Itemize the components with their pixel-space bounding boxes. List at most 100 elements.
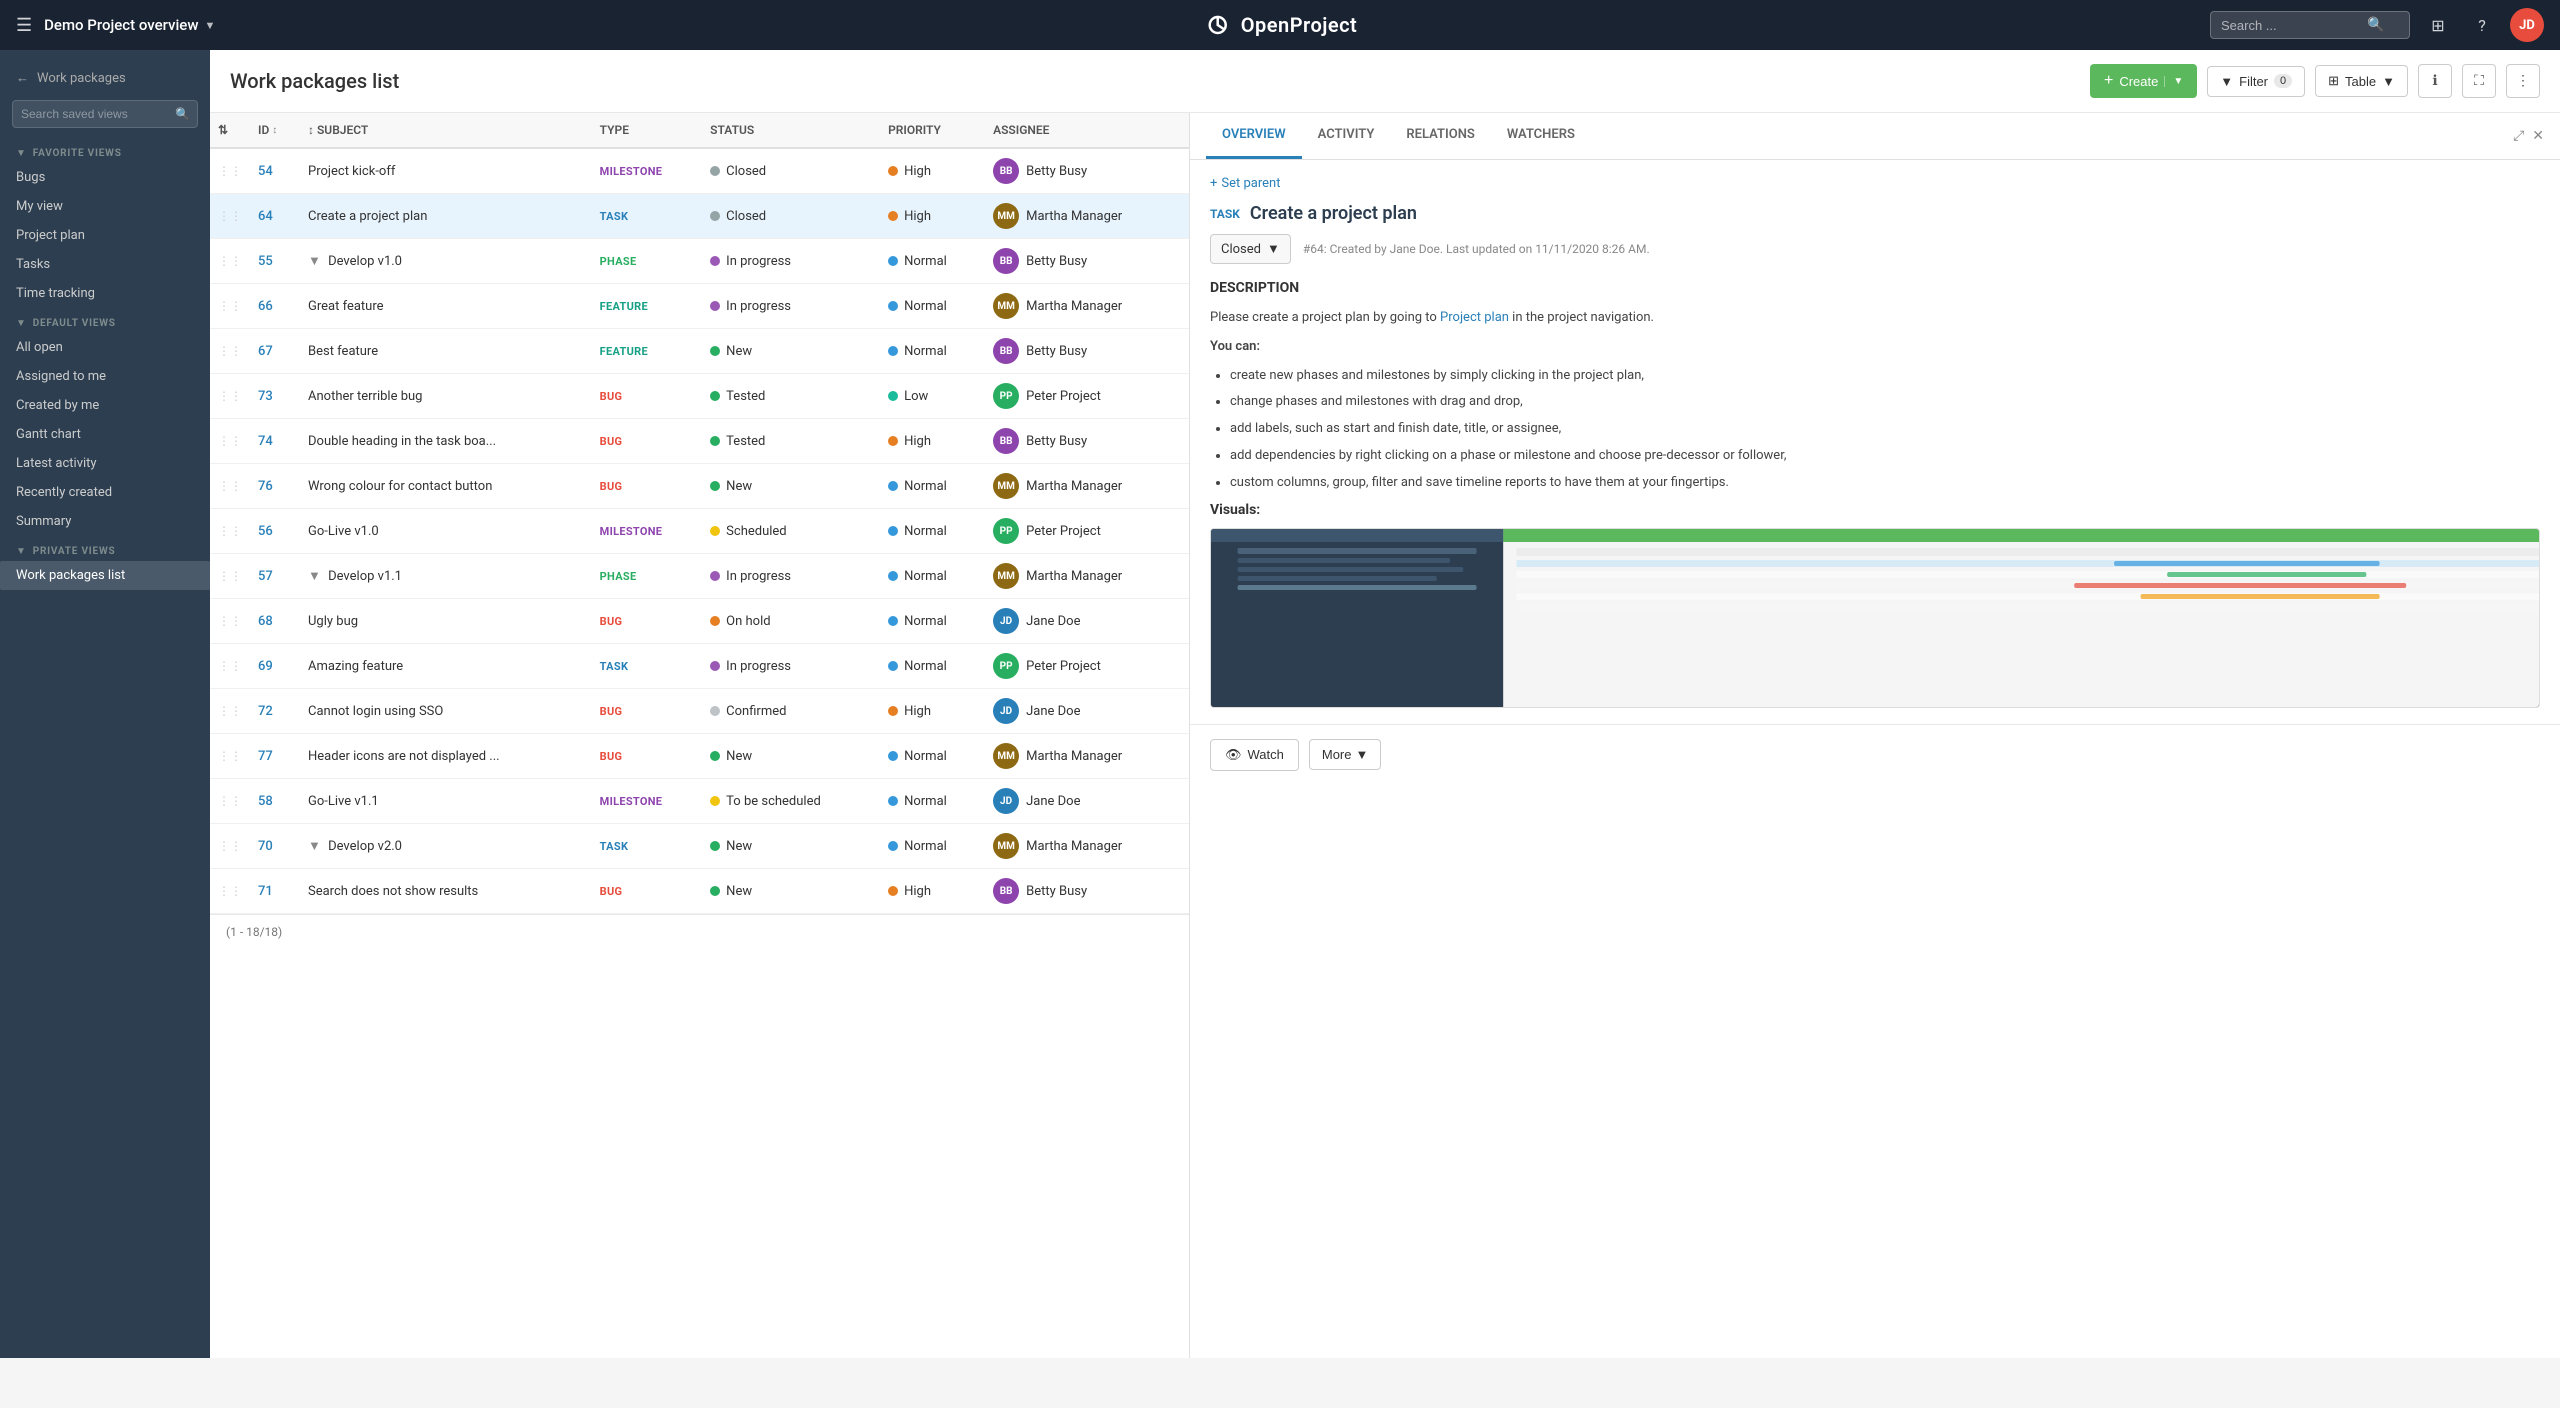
table-row[interactable]: ⋮⋮66Great featureFEATUREIn progressNorma… xyxy=(210,284,1189,329)
row-subject[interactable]: ▼ Develop v2.0 xyxy=(300,824,592,869)
row-id[interactable]: 72 xyxy=(250,689,300,734)
help-button[interactable]: ? xyxy=(2466,9,2498,41)
row-id[interactable]: 73 xyxy=(250,374,300,419)
row-subject[interactable]: Go-Live v1.0 xyxy=(300,509,592,554)
table-row[interactable]: ⋮⋮54Project kick-offMILESTONEClosedHighB… xyxy=(210,148,1189,194)
row-subject[interactable]: Create a project plan xyxy=(300,194,592,239)
row-id[interactable]: 68 xyxy=(250,599,300,644)
project-name[interactable]: Demo Project overview ▼ xyxy=(44,16,215,34)
sidebar-item-latestactivity[interactable]: Latest activity xyxy=(0,449,210,478)
table-row[interactable]: ⋮⋮68Ugly bugBUGOn holdNormalJDJane Doe xyxy=(210,599,1189,644)
col-priority[interactable]: PRIORITY xyxy=(880,113,985,148)
sidebar-item-createdbyme[interactable]: Created by me xyxy=(0,391,210,420)
row-subject[interactable]: Search does not show results xyxy=(300,869,592,914)
sidebar-item-tasks[interactable]: Tasks xyxy=(0,250,210,279)
row-subject[interactable]: Another terrible bug xyxy=(300,374,592,419)
expand-icon[interactable]: ▼ xyxy=(308,254,324,269)
col-sort[interactable]: ⇅ xyxy=(210,113,250,148)
sidebar-section-favorite[interactable]: ▼ FAVORITE VIEWS xyxy=(0,138,210,163)
create-button[interactable]: + Create ▼ xyxy=(2090,64,2197,98)
sidebar-item-wplist[interactable]: Work packages list xyxy=(0,561,210,590)
row-id[interactable]: 76 xyxy=(250,464,300,509)
global-search-input[interactable] xyxy=(2221,18,2361,33)
table-row[interactable]: ⋮⋮55▼ Develop v1.0PHASEIn progressNormal… xyxy=(210,239,1189,284)
table-row[interactable]: ⋮⋮71Search does not show resultsBUGNewHi… xyxy=(210,869,1189,914)
sidebar-item-timetracking[interactable]: Time tracking xyxy=(0,279,210,308)
global-search-box[interactable]: 🔍 xyxy=(2210,11,2410,39)
row-id[interactable]: 74 xyxy=(250,419,300,464)
table-view-button[interactable]: ⊞ Table ▼ xyxy=(2315,65,2408,97)
row-id[interactable]: 54 xyxy=(250,148,300,194)
sidebar-section-private[interactable]: ▼ PRIVATE VIEWS xyxy=(0,536,210,561)
tab-activity[interactable]: ACTIVITY xyxy=(1302,113,1391,159)
table-row[interactable]: ⋮⋮67Best featureFEATURENewNormalBBBetty … xyxy=(210,329,1189,374)
sidebar-item-myview[interactable]: My view xyxy=(0,192,210,221)
hamburger-menu[interactable]: ☰ xyxy=(16,15,32,36)
table-row[interactable]: ⋮⋮77Header icons are not displayed ...BU… xyxy=(210,734,1189,779)
row-id[interactable]: 55 xyxy=(250,239,300,284)
row-id[interactable]: 56 xyxy=(250,509,300,554)
row-subject[interactable]: Project kick-off xyxy=(300,148,592,194)
row-subject[interactable]: Best feature xyxy=(300,329,592,374)
table-row[interactable]: ⋮⋮73Another terrible bugBUGTestedLowPPPe… xyxy=(210,374,1189,419)
col-id[interactable]: ID↕ xyxy=(250,113,300,148)
table-row[interactable]: ⋮⋮74Double heading in the task boa...BUG… xyxy=(210,419,1189,464)
row-subject[interactable]: Cannot login using SSO xyxy=(300,689,592,734)
row-subject[interactable]: Great feature xyxy=(300,284,592,329)
sidebar-item-allopen[interactable]: All open xyxy=(0,333,210,362)
sidebar-item-gantt[interactable]: Gantt chart xyxy=(0,420,210,449)
col-subject[interactable]: ↕ SUBJECT xyxy=(300,113,592,148)
expand-icon[interactable]: ▼ xyxy=(308,839,324,854)
sidebar-item-projectplan[interactable]: Project plan xyxy=(0,221,210,250)
row-id[interactable]: 77 xyxy=(250,734,300,779)
expand-icon[interactable]: ⤢ xyxy=(2513,128,2524,144)
row-subject[interactable]: Wrong colour for contact button xyxy=(300,464,592,509)
col-status[interactable]: STATUS xyxy=(702,113,880,148)
row-id[interactable]: 70 xyxy=(250,824,300,869)
sidebar-item-assignedtome[interactable]: Assigned to me xyxy=(0,362,210,391)
status-dropdown[interactable]: Closed ▼ xyxy=(1210,234,1291,264)
sidebar-search-input[interactable] xyxy=(12,100,198,128)
tab-watchers[interactable]: WATCHERS xyxy=(1491,113,1591,159)
sidebar-section-default[interactable]: ▼ DEFAULT VIEWS xyxy=(0,308,210,333)
row-id[interactable]: 71 xyxy=(250,869,300,914)
row-subject[interactable]: Go-Live v1.1 xyxy=(300,779,592,824)
table-row[interactable]: ⋮⋮69Amazing featureTASKIn progressNormal… xyxy=(210,644,1189,689)
close-icon[interactable]: ✕ xyxy=(2532,128,2544,144)
table-row[interactable]: ⋮⋮64Create a project planTASKClosedHighM… xyxy=(210,194,1189,239)
table-row[interactable]: ⋮⋮57▼ Develop v1.1PHASEIn progressNormal… xyxy=(210,554,1189,599)
row-id[interactable]: 57 xyxy=(250,554,300,599)
watch-button[interactable]: 👁 Watch xyxy=(1210,739,1299,771)
sidebar-item-bugs[interactable]: Bugs xyxy=(0,163,210,192)
sidebar-item-recentlycreated[interactable]: Recently created xyxy=(0,478,210,507)
col-type[interactable]: TYPE xyxy=(592,113,703,148)
row-subject[interactable]: Amazing feature xyxy=(300,644,592,689)
filter-button[interactable]: ▼ Filter 0 xyxy=(2207,66,2305,97)
row-subject[interactable]: ▼ Develop v1.1 xyxy=(300,554,592,599)
table-row[interactable]: ⋮⋮72Cannot login using SSOBUGConfirmedHi… xyxy=(210,689,1189,734)
row-id[interactable]: 66 xyxy=(250,284,300,329)
table-row[interactable]: ⋮⋮70▼ Develop v2.0TASKNewNormalMMMartha … xyxy=(210,824,1189,869)
project-plan-link[interactable]: Project plan xyxy=(1440,310,1509,325)
fullscreen-button[interactable]: ⛶ xyxy=(2462,64,2496,98)
col-assignee[interactable]: ASSIGNEE xyxy=(985,113,1189,148)
user-avatar[interactable]: JD xyxy=(2510,8,2544,42)
sidebar-item-summary[interactable]: Summary xyxy=(0,507,210,536)
more-button[interactable]: More ▼ xyxy=(1309,739,1382,770)
table-row[interactable]: ⋮⋮76Wrong colour for contact buttonBUGNe… xyxy=(210,464,1189,509)
sidebar-back-link[interactable]: ← Work packages xyxy=(0,62,210,94)
row-subject[interactable]: ▼ Develop v1.0 xyxy=(300,239,592,284)
grid-menu-button[interactable]: ⊞ xyxy=(2422,9,2454,41)
row-subject[interactable]: Double heading in the task boa... xyxy=(300,419,592,464)
row-id[interactable]: 69 xyxy=(250,644,300,689)
table-row[interactable]: ⋮⋮56Go-Live v1.0MILESTONEScheduledNormal… xyxy=(210,509,1189,554)
row-id[interactable]: 58 xyxy=(250,779,300,824)
info-button[interactable]: ℹ xyxy=(2418,64,2452,98)
row-subject[interactable]: Header icons are not displayed ... xyxy=(300,734,592,779)
create-dropdown-icon[interactable]: ▼ xyxy=(2164,76,2183,87)
expand-icon[interactable]: ▼ xyxy=(308,569,324,584)
row-id[interactable]: 64 xyxy=(250,194,300,239)
table-row[interactable]: ⋮⋮58Go-Live v1.1MILESTONETo be scheduled… xyxy=(210,779,1189,824)
more-options-button[interactable]: ⋮ xyxy=(2506,64,2540,98)
row-subject[interactable]: Ugly bug xyxy=(300,599,592,644)
